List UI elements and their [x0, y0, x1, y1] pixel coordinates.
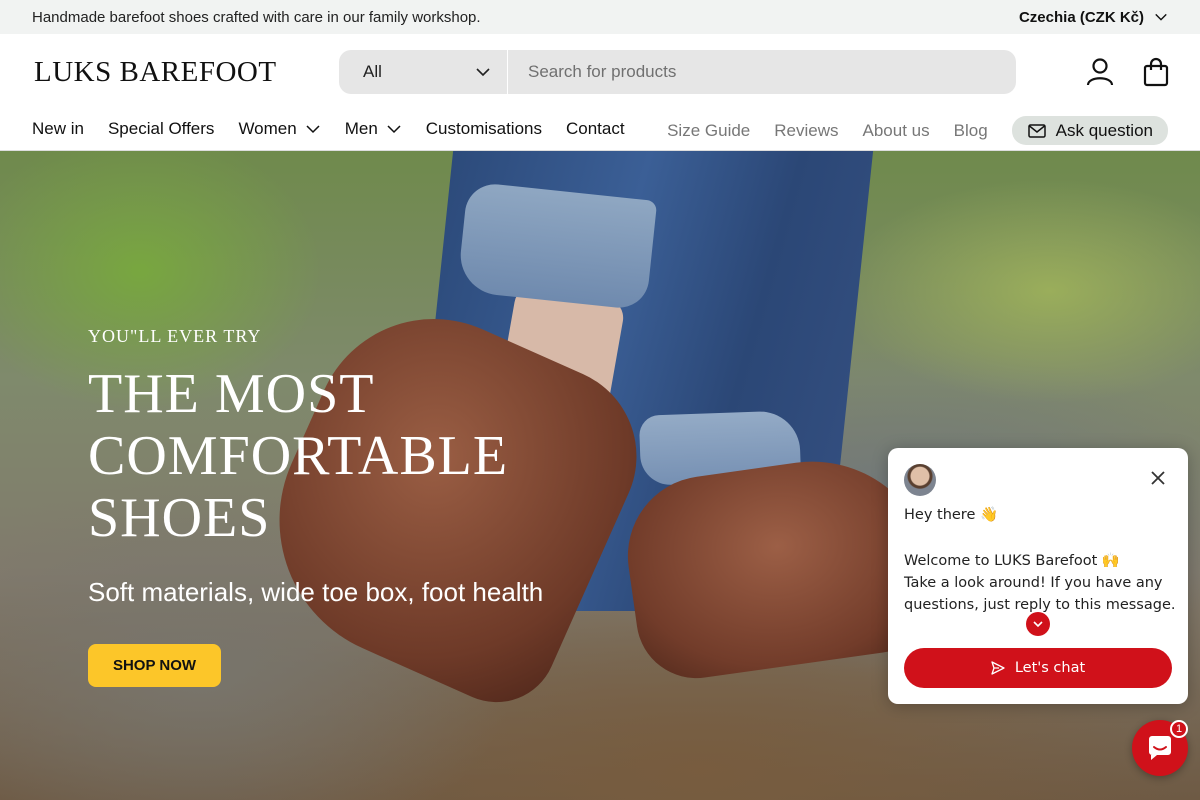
close-icon: [1151, 471, 1165, 485]
nav-link-size-guide[interactable]: Size Guide: [667, 121, 750, 141]
primary-nav: New in Special Offers Women Men Customis…: [32, 119, 625, 139]
ask-question-button[interactable]: Ask question: [1011, 116, 1168, 145]
hero-subtitle: Soft materials, wide toe box, foot healt…: [88, 577, 544, 607]
search-bar: All: [339, 50, 1016, 94]
chat-greeting: Hey there 👋: [904, 507, 999, 523]
site-header: LUKS BAREFOOT All: [0, 34, 1200, 110]
hero-image-cuff: [456, 181, 658, 311]
nav-item-new-in[interactable]: New in: [32, 119, 84, 139]
chevron-down-icon: [476, 68, 490, 77]
chevron-down-icon: [306, 125, 320, 134]
nav-item-customisations[interactable]: Customisations: [426, 119, 542, 139]
chevron-down-icon: [387, 125, 401, 134]
cart-button[interactable]: [1139, 54, 1173, 90]
chat-scroll-down-button[interactable]: [1026, 612, 1050, 636]
shop-now-button[interactable]: SHOP NOW: [88, 644, 221, 687]
user-icon: [1086, 58, 1114, 86]
chevron-down-icon: [1033, 621, 1043, 628]
country-label: Czechia (CZK Kč): [1018, 8, 1144, 26]
nav-item-special-offers[interactable]: Special Offers: [108, 119, 214, 139]
main-nav: New in Special Offers Women Men Customis…: [0, 110, 1200, 151]
chat-close-button[interactable]: [1146, 466, 1170, 490]
nav-item-men[interactable]: Men: [345, 119, 402, 139]
nav-item-contact[interactable]: Contact: [566, 119, 625, 139]
hero-eyebrow: YOU"LL EVER TRY: [88, 326, 262, 346]
send-icon: [991, 661, 1005, 675]
nav-item-women[interactable]: Women: [238, 119, 320, 139]
account-button[interactable]: [1083, 54, 1117, 90]
bag-icon: [1143, 57, 1169, 87]
chat-welcome-line: Welcome to LUKS Barefoot 🙌: [904, 553, 1120, 569]
country-selector[interactable]: Czechia (CZK Kč): [1019, 9, 1168, 26]
nav-link-reviews[interactable]: Reviews: [774, 121, 838, 141]
chat-popup: Hey there 👋 Welcome to LUKS Barefoot 🙌 T…: [888, 448, 1188, 704]
announcement-bar: Handmade barefoot shoes crafted with car…: [0, 0, 1200, 34]
chat-message-text: Take a look around! If you have any ques…: [904, 575, 1176, 613]
search-input[interactable]: [508, 50, 1016, 94]
logo[interactable]: LUKS BAREFOOT: [34, 56, 277, 89]
agent-avatar: [904, 464, 936, 496]
secondary-nav: Size Guide Reviews About us Blog Ask que…: [667, 116, 1168, 145]
announcement-text: Handmade barefoot shoes crafted with car…: [32, 8, 481, 26]
hero-title: THE MOST COMFORTABLE SHOES: [88, 363, 509, 549]
ask-question-label: Ask question: [1055, 120, 1153, 140]
chevron-down-icon: [1155, 13, 1167, 21]
mail-icon: [1027, 123, 1046, 138]
search-category-select[interactable]: All: [339, 50, 508, 94]
unread-badge: 1: [1170, 720, 1188, 738]
chat-bubble-icon: [1149, 736, 1171, 760]
search-category-label: All: [363, 62, 382, 81]
nav-link-blog[interactable]: Blog: [954, 121, 988, 141]
lets-chat-button[interactable]: Let's chat: [904, 648, 1172, 688]
chat-message: Welcome to LUKS Barefoot 🙌 Take a look a…: [904, 550, 1179, 616]
nav-link-about-us[interactable]: About us: [863, 121, 930, 141]
lets-chat-label: Let's chat: [1014, 660, 1086, 676]
